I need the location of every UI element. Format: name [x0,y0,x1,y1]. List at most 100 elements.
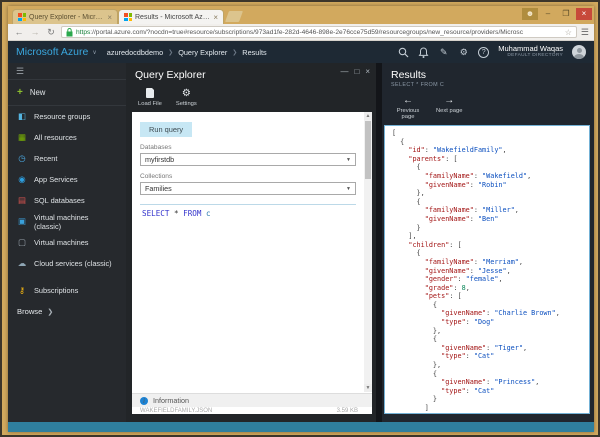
sql-databases-icon: ▤ [17,195,27,206]
chevron-down-icon[interactable]: ∨ [92,49,96,56]
subscriptions-icon: ⚷ [17,285,27,296]
load-file-label: Load File [138,101,162,107]
tab-title: Results - Microsoft Azure [135,14,210,21]
footer-file-size: 3.59 KB [337,408,358,414]
avatar[interactable] [572,45,586,59]
edit-pencil-icon[interactable]: ✎ [438,47,449,58]
sidebar-item-all-resources[interactable]: ▦ All resources [8,127,126,148]
microsoft-logo-icon [18,13,26,21]
status-bar [8,422,594,432]
breadcrumb-query-explorer[interactable]: Query Explorer [178,48,227,57]
window-close-button[interactable]: × [576,8,592,20]
url-scheme: https [76,29,90,36]
file-icon [144,87,156,99]
browser-tab-query-explorer[interactable]: Query Explorer - Microsof × [12,9,118,24]
settings-button[interactable]: ⚙ Settings [176,87,197,107]
plus-icon: + [17,87,23,98]
blade-maximize-icon[interactable]: □ [354,67,359,76]
recent-icon: ◷ [17,153,27,164]
all-resources-icon: ▦ [17,132,27,143]
search-icon[interactable] [398,47,409,58]
browser-tab-results[interactable]: Results - Microsoft Azure × [118,9,224,24]
bookmark-star-icon[interactable]: ☆ [565,28,572,37]
collections-value: Families [145,184,172,193]
tab-close-icon[interactable]: × [107,13,112,22]
breadcrumb-results[interactable]: Results [242,48,266,57]
scroll-down-icon[interactable]: ▼ [364,384,372,392]
sql-query-editor[interactable]: SELECT * FROM c [140,204,356,222]
sidebar-item-label: App Services [34,175,78,184]
query-panel: Run query Databases myfirstdb ▼ Collecti… [132,112,372,414]
cloud-services-classic-icon: ☁ [17,258,27,269]
browser-window: Query Explorer - Microsof × Results - Mi… [8,6,594,432]
query-blade-header: Query Explorer — □ × [126,63,376,81]
refresh-button[interactable]: ↻ [45,27,57,38]
breadcrumb-resource[interactable]: azuredocdbdemo [107,48,163,57]
results-subtitle: SELECT * FROM c [391,82,585,88]
azure-brand[interactable]: Microsoft Azure [16,46,88,58]
chevron-down-icon: ▼ [346,186,351,192]
virtual-machines-classic-icon: ▣ [17,216,27,227]
blade-minimize-icon[interactable]: — [340,67,348,76]
sidebar-item-subscriptions[interactable]: ⚷ Subscriptions [8,280,126,301]
user-info[interactable]: Muhammad Waqas DEFAULT DIRECTORY [498,45,563,59]
sidebar-item-virtual-machines[interactable]: ▢Virtual machines [8,232,126,253]
sidebar-item-label: SQL databases [34,196,85,205]
arrow-left-icon: ← [402,94,414,106]
url-path: ://portal.azure.com/?nocdn=true#resource… [90,29,523,36]
load-file-button[interactable]: Load File [138,87,162,107]
help-icon[interactable]: ? [478,47,489,58]
query-explorer-blade: Query Explorer — □ × Load File [126,63,376,422]
results-panel[interactable]: [ { "id": "WakefieldFamily", "parents": … [384,125,590,414]
next-page-button[interactable]: → Next page [436,94,462,120]
query-blade-title: Query Explorer [135,69,367,81]
tab-title: Query Explorer - Microsof [29,14,104,21]
sidebar-item-label: Cloud services (classic) [34,259,112,268]
browser-toolbar: ← → ↻ https://portal.azure.com/?nocdn=tr… [8,24,594,41]
notifications-bell-icon[interactable] [418,47,429,58]
collections-label: Collections [140,173,356,180]
sidebar-item-label: Subscriptions [34,286,78,295]
databases-select[interactable]: myfirstdb ▼ [140,153,356,166]
window-maximize-button[interactable]: ❐ [558,8,574,20]
browse-label: Browse [17,307,42,316]
databases-value: myfirstdb [145,155,174,164]
sidebar-item-cloud-services-classic[interactable]: ☁ Cloud services (classic) [8,253,126,274]
collections-select[interactable]: Families ▼ [140,182,356,195]
sidebar-item-virtual-machines-classic[interactable]: ▣Virtual machines (classic) [8,211,126,232]
info-bar[interactable]: i Information [132,393,372,407]
back-button[interactable]: ← [13,27,25,37]
new-tab-button[interactable] [225,11,243,22]
run-query-button[interactable]: Run query [140,122,192,137]
forward-button[interactable]: → [29,27,41,37]
screenshot-root: Query Explorer - Microsof × Results - Mi… [0,0,600,437]
sidebar-item-resource-groups[interactable]: ◧Resource groups [8,106,126,127]
blade-close-icon[interactable]: × [365,67,370,76]
settings-gear-icon[interactable]: ⚙ [458,47,469,58]
window-minimize-button[interactable]: – [540,8,556,20]
hamburger-icon[interactable]: ☰ [8,63,126,80]
tab-close-icon[interactable]: × [213,13,218,22]
address-bar[interactable]: https://portal.azure.com/?nocdn=true#res… [61,26,577,38]
scrollbar-thumb[interactable] [365,121,371,179]
profile-button[interactable]: ☻ [522,8,538,20]
sidebar-item-sql-databases[interactable]: ▤ SQL databases [8,190,126,211]
virtual-machines-icon: ▢ [17,237,27,248]
settings-label: Settings [176,101,197,107]
sidebar-browse[interactable]: Browse ❯ [8,301,126,322]
browser-menu-icon[interactable]: ☰ [581,27,589,38]
sidebar: ☰ + New ◧Resource groups ▦ All resources ◷R… [8,63,126,422]
url-text: https://portal.azure.com/?nocdn=true#res… [76,29,562,36]
previous-page-label: Previous page [394,108,422,120]
clipped-footer-row: WAKEFIELDFAMILY.JSON 3.59 KB [132,407,372,414]
info-label: Information [153,396,189,405]
previous-page-button[interactable]: ← Previous page [394,94,422,120]
breadcrumb-separator-icon: ❯ [232,49,237,56]
sidebar-item-recent[interactable]: ◷Recent [8,148,126,169]
sidebar-item-new[interactable]: + New [8,80,126,106]
query-scrollbar[interactable]: ▲ ▼ [364,112,372,392]
json-results: [ { "id": "WakefieldFamily", "parents": … [385,126,589,413]
sidebar-item-app-services[interactable]: ◉App Services [8,169,126,190]
sidebar-item-label: All resources [34,133,77,142]
scroll-up-icon[interactable]: ▲ [364,112,372,120]
